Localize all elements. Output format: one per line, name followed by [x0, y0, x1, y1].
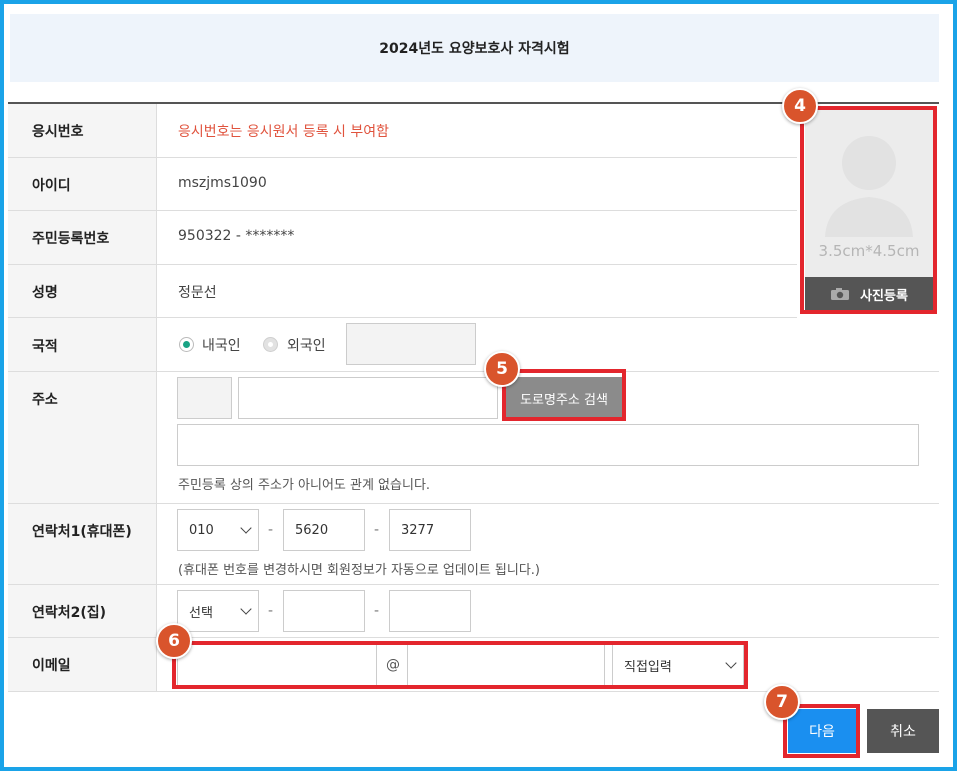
- label-cell: 국적: [8, 318, 157, 371]
- user-id-value: mszjms1090: [178, 175, 267, 191]
- address-label: 주소: [32, 392, 58, 408]
- phone2-last-input[interactable]: [389, 590, 471, 632]
- road-address-search-button[interactable]: 도로명주소 검색: [506, 377, 622, 419]
- chevron-down-icon: [240, 522, 252, 534]
- label-cell: 주민등록번호: [8, 211, 157, 264]
- phone1-separator-1: -: [268, 522, 274, 538]
- phone2-separator-1: -: [268, 603, 274, 619]
- email-id-input[interactable]: [177, 644, 377, 686]
- email-at-sign: @: [386, 657, 400, 673]
- radio-domestic-label[interactable]: 내국인: [202, 335, 241, 355]
- name-label: 성명: [32, 285, 58, 301]
- phone1-prefix-value: 010: [189, 522, 214, 538]
- label-cell: 아이디: [8, 158, 157, 210]
- row-address: 주소 주민등록 상의 주소가 아니어도 관계 없습니다.: [8, 372, 939, 504]
- phone2-label: 연락처2(집): [32, 605, 107, 621]
- phone1-separator-2: -: [374, 522, 380, 538]
- cancel-button[interactable]: 취소: [867, 709, 939, 753]
- email-domain-select[interactable]: 직접입력: [612, 644, 744, 686]
- label-cell: 성명: [8, 265, 157, 317]
- next-button[interactable]: 다음: [788, 709, 856, 753]
- row-phone1: 연락처1(휴대폰) 010 - 5620 - 3277 (휴대폰 번호를 변경하…: [8, 504, 939, 585]
- row-exam-number: 응시번호 응시번호는 응시원서 등록 시 부여함: [8, 104, 797, 158]
- annotation-badge-4: 4: [782, 88, 818, 124]
- radio-domestic[interactable]: [179, 337, 194, 352]
- user-id-label: 아이디: [32, 178, 71, 194]
- phone1-last-value: 3277: [401, 522, 435, 538]
- phone1-prefix-select[interactable]: 010: [177, 509, 259, 551]
- page-header: 2024년도 요양보호사 자격시험: [10, 14, 939, 82]
- label-cell: 연락처2(집): [8, 585, 157, 637]
- phone2-separator-2: -: [374, 603, 380, 619]
- phone1-note: (휴대폰 번호를 변경하시면 회원정보가 자동으로 업데이트 됩니다.): [178, 563, 540, 578]
- photo-size-text: 3.5cm*4.5cm: [818, 242, 920, 260]
- phone1-middle-value: 5620: [295, 522, 329, 538]
- phone2-middle-input[interactable]: [283, 590, 365, 632]
- address-main-input[interactable]: [238, 377, 498, 419]
- row-nationality: 국적 내국인 외국인: [8, 318, 939, 372]
- photo-register-button[interactable]: 사진등록: [805, 277, 933, 311]
- row-email: 이메일 @ 직접입력: [8, 638, 939, 692]
- camera-icon: [831, 288, 850, 300]
- radio-foreign-label[interactable]: 외국인: [287, 335, 326, 355]
- chevron-down-icon: [240, 603, 252, 615]
- photo-area[interactable]: 3.5cm*4.5cm 사진등록: [805, 109, 933, 311]
- phone1-last-input[interactable]: 3277: [389, 509, 471, 551]
- row-resident-number: 주민등록번호 950322 - *******: [8, 211, 797, 265]
- phone1-label: 연락처1(휴대폰): [32, 524, 132, 540]
- resident-number-value: 950322 - *******: [178, 228, 295, 244]
- label-cell: 이메일: [8, 638, 157, 691]
- phone2-prefix-select[interactable]: 선택: [177, 590, 259, 632]
- page-frame: 2024년도 요양보호사 자격시험 응시번호 응시번호는 응시원서 등록 시 부…: [0, 0, 957, 771]
- radio-foreign[interactable]: [263, 337, 278, 352]
- row-name: 성명 정문선: [8, 265, 797, 318]
- annotation-badge-7: 7: [764, 684, 800, 720]
- address-note: 주민등록 상의 주소가 아니어도 관계 없습니다.: [178, 478, 431, 493]
- phone2-prefix-value: 선택: [189, 605, 213, 621]
- zipcode-input[interactable]: [177, 377, 232, 419]
- country-input[interactable]: [346, 323, 476, 365]
- email-domain-select-value: 직접입력: [624, 659, 672, 675]
- name-value: 정문선: [178, 285, 217, 301]
- exam-number-label: 응시번호: [32, 124, 84, 140]
- resident-number-label: 주민등록번호: [32, 231, 110, 247]
- page-title: 2024년도 요양보호사 자격시험: [379, 41, 570, 57]
- email-domain-input[interactable]: [407, 644, 605, 686]
- label-cell: 연락처1(휴대폰): [8, 504, 157, 584]
- phone1-middle-input[interactable]: 5620: [283, 509, 365, 551]
- nationality-label: 국적: [32, 339, 58, 355]
- annotation-badge-6: 6: [156, 623, 192, 659]
- row-phone2: 연락처2(집) 선택 - -: [8, 585, 939, 638]
- address-detail-input[interactable]: [177, 424, 919, 466]
- photo-register-label: 사진등록: [860, 288, 908, 304]
- chevron-down-icon: [725, 657, 737, 669]
- email-label: 이메일: [32, 658, 71, 674]
- exam-number-value: 응시번호는 응시원서 등록 시 부여함: [178, 124, 389, 140]
- row-user-id: 아이디 mszjms1090: [8, 158, 797, 211]
- label-cell: 응시번호: [8, 104, 157, 157]
- annotation-badge-5: 5: [484, 351, 520, 387]
- label-cell: 주소: [8, 372, 157, 503]
